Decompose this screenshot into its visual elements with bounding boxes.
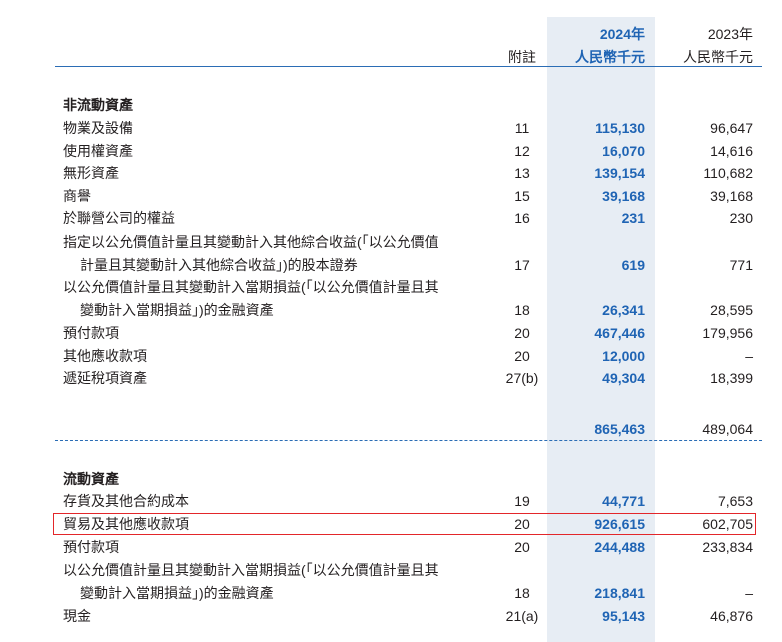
row-value-2024: 926,615 — [594, 516, 645, 532]
header-unit-2024: 人民幣千元 — [575, 49, 645, 65]
row-note: 19 — [514, 493, 530, 509]
row-note: 15 — [514, 188, 530, 204]
row-label: 無形資產 — [63, 165, 119, 181]
row-value-2024: 16,070 — [602, 143, 645, 159]
row-value-2024: 467,446 — [594, 325, 645, 341]
row-value-2024: 26,341 — [602, 302, 645, 318]
row-value-2024: 244,488 — [594, 539, 645, 555]
header-year-2023: 2023年 — [707, 26, 753, 42]
row-label: 遞延稅項資產 — [63, 370, 147, 386]
row-value-2024: 231 — [621, 210, 645, 226]
header-note: 附註 — [508, 49, 536, 65]
row-note: 20 — [514, 325, 530, 341]
noncurrent-total-2024: 865,463 — [594, 421, 645, 437]
row-label: 商譽 — [63, 188, 91, 204]
row-value-2023: 96,647 — [710, 120, 753, 136]
row-value-2023: 602,705 — [702, 516, 753, 532]
row-value-2023: 7,653 — [717, 493, 753, 509]
row-note: 13 — [514, 165, 530, 181]
row-note: 18 — [514, 302, 530, 318]
row-label-continued: 變動計入當期損益」)的金融資產 — [80, 585, 274, 601]
noncurrent-total-2023: 489,064 — [702, 421, 753, 437]
row-note: 12 — [514, 143, 530, 159]
row-note: 21(a) — [505, 608, 539, 624]
row-value-2023: 14,616 — [710, 143, 753, 159]
row-label-continued: 計量且其變動計入其他綜合收益」)的股本證券 — [80, 257, 358, 273]
row-label: 其他應收款項 — [63, 348, 147, 364]
row-note: 17 — [514, 257, 530, 273]
header-year-2024: 2024年 — [599, 26, 645, 42]
section-title-noncurrent: 非流動資產 — [63, 97, 133, 113]
row-value-2024: 12,000 — [602, 348, 645, 364]
row-label: 貿易及其他應收款項 — [63, 516, 189, 532]
section-title-current: 流動資產 — [63, 471, 119, 487]
row-note: 11 — [514, 120, 530, 136]
row-label: 存貨及其他合約成本 — [63, 493, 189, 509]
row-label: 物業及設備 — [63, 120, 133, 136]
row-value-2023: 28,595 — [710, 302, 753, 318]
row-value-2024: 44,771 — [602, 493, 645, 509]
row-value-2023: – — [745, 585, 753, 601]
row-value-2024: 139,154 — [594, 165, 645, 181]
row-value-2024: 49,304 — [602, 370, 645, 386]
row-value-2024: 39,168 — [602, 188, 645, 204]
row-value-2024: 619 — [621, 257, 645, 273]
row-value-2023: 179,956 — [702, 325, 753, 341]
row-label: 以公允價值計量且其變動計入當期損益(「以公允價值計量且其 — [63, 562, 439, 578]
row-label: 指定以公允價值計量且其變動計入其他綜合收益(「以公允價值 — [63, 234, 439, 250]
row-label-continued: 變動計入當期損益」)的金融資產 — [80, 302, 274, 318]
row-note: 20 — [514, 348, 530, 364]
header-rule — [55, 66, 762, 67]
row-value-2023: 110,682 — [703, 165, 753, 181]
row-value-2024: 95,143 — [602, 608, 645, 624]
row-label: 以公允價值計量且其變動計入當期損益(「以公允價值計量且其 — [63, 279, 439, 295]
row-label: 現金 — [63, 608, 91, 624]
row-value-2024: 218,841 — [594, 585, 645, 601]
row-label: 預付款項 — [63, 539, 119, 555]
row-label: 於聯營公司的權益 — [63, 210, 175, 226]
total-divider — [55, 440, 762, 441]
row-value-2023: 46,876 — [710, 608, 753, 624]
row-label: 預付款項 — [63, 325, 119, 341]
row-note: 27(b) — [505, 370, 539, 386]
row-value-2024: 115,130 — [595, 120, 645, 136]
row-value-2023: 771 — [729, 257, 753, 273]
row-note: 20 — [514, 539, 530, 555]
row-note: 16 — [514, 210, 530, 226]
row-note: 20 — [514, 516, 530, 532]
row-note: 18 — [514, 585, 530, 601]
header-unit-2023: 人民幣千元 — [683, 49, 753, 65]
row-value-2023: 39,168 — [710, 188, 753, 204]
row-value-2023: 230 — [729, 210, 753, 226]
row-value-2023: 18,399 — [710, 370, 753, 386]
row-label: 使用權資產 — [63, 143, 133, 159]
row-value-2023: – — [745, 348, 753, 364]
row-value-2023: 233,834 — [702, 539, 753, 555]
